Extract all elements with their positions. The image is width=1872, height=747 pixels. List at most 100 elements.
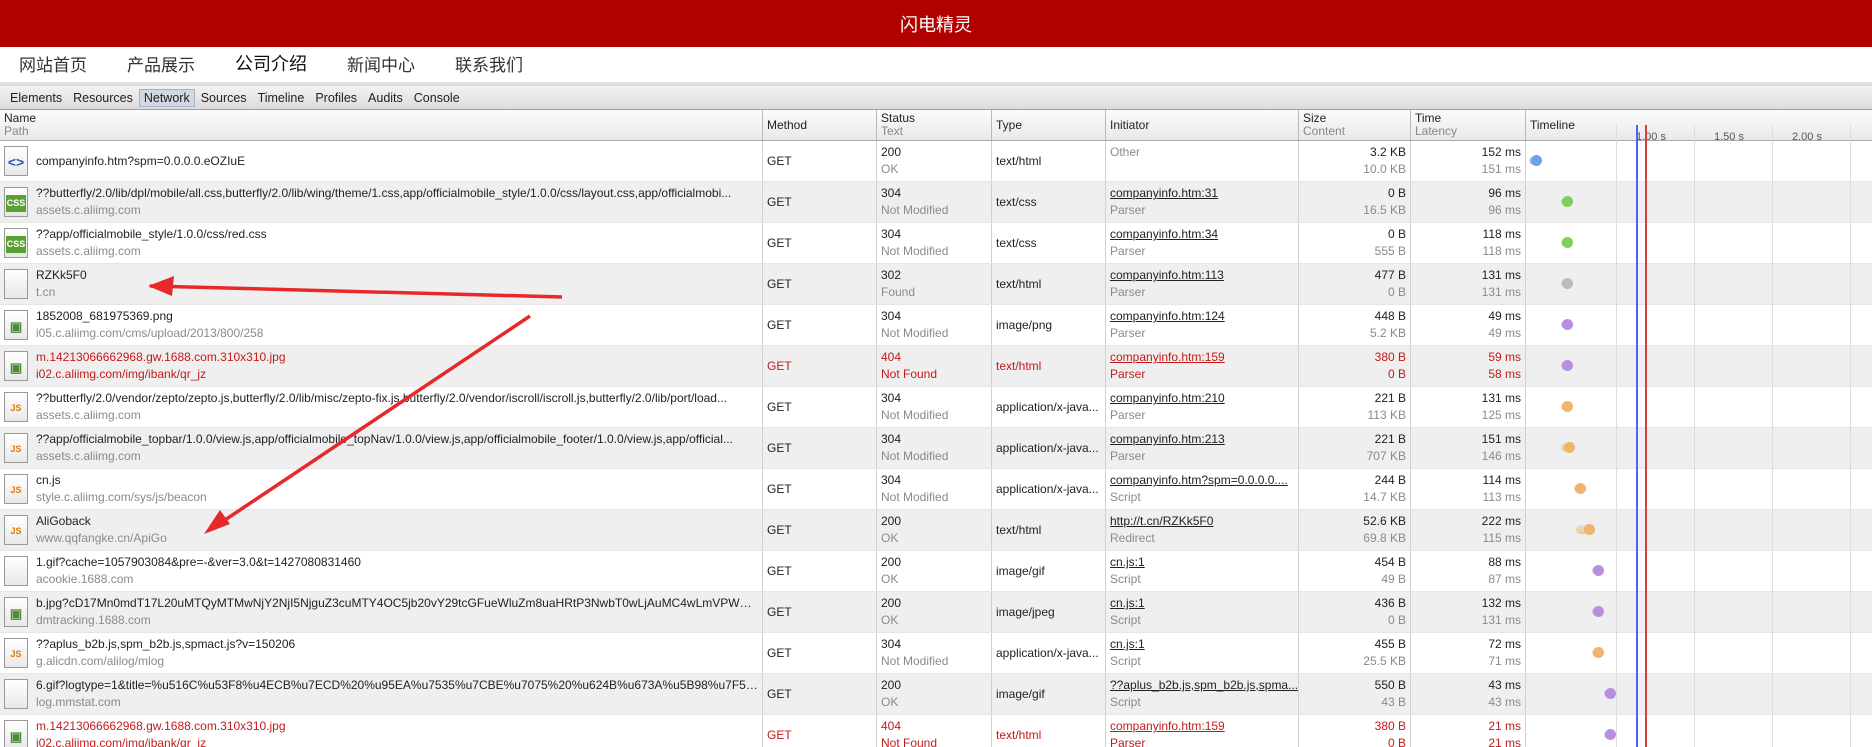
request-list: <> companyinfo.htm?spm=0.0.0.0.eOZIuE GE… (0, 141, 1872, 747)
initiator-cell: companyinfo.htm:124 Parser (1106, 305, 1299, 345)
timeline-dot (1561, 401, 1573, 412)
tab-profiles[interactable]: Profiles (310, 89, 362, 107)
time-cell: 152 ms 151 ms (1411, 141, 1526, 181)
request-latency: 125 ms (1481, 408, 1521, 422)
method-cell: GET (763, 387, 877, 427)
initiator-link[interactable]: cn.js:1 (1110, 554, 1294, 571)
request-content-size: 0 B (1387, 285, 1406, 299)
request-name: RZKk5F0 (36, 268, 87, 282)
img-file-icon: ▣ (4, 351, 28, 381)
tab-audits[interactable]: Audits (363, 89, 408, 107)
name-cell[interactable]: CSS ??app/officialmobile_style/1.0.0/css… (0, 223, 763, 263)
request-method: GET (767, 563, 792, 578)
request-latency: 115 ms (1482, 531, 1521, 545)
name-cell[interactable]: ▣ 1852008_681975369.png i05.c.aliimg.com… (0, 305, 763, 345)
request-name: m.14213066662968.gw.1688.com.310x310.jpg (36, 719, 286, 733)
initiator-kind: Script (1110, 654, 1141, 668)
table-row[interactable]: JS ??butterfly/2.0/vendor/zepto/zepto.js… (0, 387, 1872, 428)
name-cell[interactable]: JS AliGoback www.qqfangke.cn/ApiGo (0, 510, 763, 550)
nav-item-1[interactable]: 产品展示 (127, 51, 195, 82)
tab-console[interactable]: Console (409, 89, 465, 107)
request-status-text: Not Modified (881, 654, 949, 668)
request-content-size: 707 KB (1366, 449, 1406, 463)
tab-resources[interactable]: Resources (68, 89, 138, 107)
table-row[interactable]: RZKk5F0 t.cn GET 302 Found text/html com… (0, 264, 1872, 305)
name-cell[interactable]: JS ??butterfly/2.0/vendor/zepto/zepto.js… (0, 387, 763, 427)
type-cell: text/html (992, 346, 1106, 386)
html-file-icon: <> (4, 146, 28, 176)
name-cell[interactable]: 6.gif?logtype=1&title=%u516C%u53F8%u4ECB… (0, 674, 763, 714)
table-row[interactable]: JS AliGoback www.qqfangke.cn/ApiGo GET 2… (0, 510, 1872, 551)
initiator-link[interactable]: companyinfo.htm?spm=0.0.0.0.... (1110, 472, 1294, 489)
table-row[interactable]: ▣ 1852008_681975369.png i05.c.aliimg.com… (0, 305, 1872, 346)
initiator-link[interactable]: companyinfo.htm:124 (1110, 308, 1294, 325)
initiator-link[interactable]: companyinfo.htm:34 (1110, 226, 1294, 243)
time-cell: 21 ms 21 ms (1411, 715, 1526, 747)
request-latency: 58 ms (1488, 367, 1521, 381)
table-row[interactable]: JS cn.js style.c.aliimg.com/sys/js/beaco… (0, 469, 1872, 510)
name-cell[interactable]: RZKk5F0 t.cn (0, 264, 763, 304)
name-cell[interactable]: ▣ b.jpg?cD17Mn0mdT17L20uMTQyMTMwNjY2NjI5… (0, 592, 763, 632)
col-initiator-header[interactable]: Initiator (1106, 110, 1299, 140)
initiator-link[interactable]: ??aplus_b2b.js,spm_b2b.js,spma... (1110, 677, 1298, 694)
table-row[interactable]: ▣ m.14213066662968.gw.1688.com.310x310.j… (0, 715, 1872, 747)
name-cell[interactable]: CSS ??butterfly/2.0/lib/dpl/mobile/all.c… (0, 182, 763, 222)
size-cell: 380 B 0 B (1299, 346, 1411, 386)
initiator-kind: Redirect (1110, 531, 1155, 545)
initiator-link[interactable]: companyinfo.htm:159 (1110, 718, 1294, 735)
network-header-row: Name Path Method Status Text Type Initia… (0, 110, 1872, 143)
col-timeline-header[interactable]: Timeline 1.00 s 1.50 s 2.00 s (1526, 110, 1872, 143)
timeline-cell (1526, 674, 1872, 714)
name-cell[interactable]: JS cn.js style.c.aliimg.com/sys/js/beaco… (0, 469, 763, 509)
initiator-link[interactable]: companyinfo.htm:31 (1110, 185, 1294, 202)
request-type: text/css (996, 194, 1037, 209)
size-cell: 454 B 49 B (1299, 551, 1411, 591)
initiator-cell: cn.js:1 Script (1106, 633, 1299, 673)
table-row[interactable]: JS ??aplus_b2b.js,spm_b2b.js,spmact.js?v… (0, 633, 1872, 674)
table-row[interactable]: 6.gif?logtype=1&title=%u516C%u53F8%u4ECB… (0, 674, 1872, 715)
nav-item-0[interactable]: 网站首页 (19, 51, 87, 82)
initiator-link[interactable]: companyinfo.htm:159 (1110, 349, 1294, 366)
request-type: application/x-java... (996, 481, 1099, 496)
col-time-header[interactable]: Time Latency (1411, 110, 1526, 140)
request-status: 200 (881, 514, 902, 528)
nav-item-3[interactable]: 新闻中心 (347, 51, 415, 82)
tab-timeline[interactable]: Timeline (253, 89, 310, 107)
table-row[interactable]: <> companyinfo.htm?spm=0.0.0.0.eOZIuE GE… (0, 141, 1872, 182)
initiator-link[interactable]: companyinfo.htm:113 (1110, 267, 1294, 284)
timeline-dot (1604, 688, 1616, 699)
initiator-link[interactable]: cn.js:1 (1110, 595, 1294, 612)
name-cell[interactable]: <> companyinfo.htm?spm=0.0.0.0.eOZIuE (0, 141, 763, 181)
col-size-header[interactable]: Size Content (1299, 110, 1411, 140)
time-cell: 72 ms 71 ms (1411, 633, 1526, 673)
tab-sources[interactable]: Sources (196, 89, 252, 107)
table-row[interactable]: ▣ b.jpg?cD17Mn0mdT17L20uMTQyMTMwNjY2NjI5… (0, 592, 1872, 633)
col-name-header[interactable]: Name Path (0, 110, 763, 140)
initiator-link[interactable]: companyinfo.htm:210 (1110, 390, 1294, 407)
name-cell[interactable]: 1.gif?cache=1057903084&pre=-&ver=3.0&t=1… (0, 551, 763, 591)
col-type-header[interactable]: Type (992, 110, 1106, 140)
tab-elements[interactable]: Elements (5, 89, 67, 107)
tab-network[interactable]: Network (138, 88, 195, 107)
name-cell[interactable]: ▣ m.14213066662968.gw.1688.com.310x310.j… (0, 346, 763, 386)
method-cell: GET (763, 674, 877, 714)
nav-item-4[interactable]: 联系我们 (455, 51, 523, 82)
request-content-size: 555 B (1374, 244, 1406, 258)
type-cell: application/x-java... (992, 469, 1106, 509)
img-file-icon: ▣ (4, 310, 28, 340)
table-row[interactable]: 1.gif?cache=1057903084&pre=-&ver=3.0&t=1… (0, 551, 1872, 592)
col-status-header[interactable]: Status Text (877, 110, 992, 140)
name-cell[interactable]: ▣ m.14213066662968.gw.1688.com.310x310.j… (0, 715, 763, 747)
name-cell[interactable]: JS ??app/officialmobile_topbar/1.0.0/vie… (0, 428, 763, 468)
type-cell: text/html (992, 715, 1106, 747)
col-method-header[interactable]: Method (763, 110, 877, 140)
initiator-link[interactable]: http://t.cn/RZKk5F0 (1110, 513, 1294, 530)
nav-item-2[interactable]: 公司介绍 (235, 50, 307, 82)
table-row[interactable]: ▣ m.14213066662968.gw.1688.com.310x310.j… (0, 346, 1872, 387)
initiator-link[interactable]: companyinfo.htm:213 (1110, 431, 1294, 448)
name-cell[interactable]: JS ??aplus_b2b.js,spm_b2b.js,spmact.js?v… (0, 633, 763, 673)
initiator-link[interactable]: cn.js:1 (1110, 636, 1294, 653)
table-row[interactable]: CSS ??butterfly/2.0/lib/dpl/mobile/all.c… (0, 182, 1872, 223)
table-row[interactable]: CSS ??app/officialmobile_style/1.0.0/css… (0, 223, 1872, 264)
table-row[interactable]: JS ??app/officialmobile_topbar/1.0.0/vie… (0, 428, 1872, 469)
